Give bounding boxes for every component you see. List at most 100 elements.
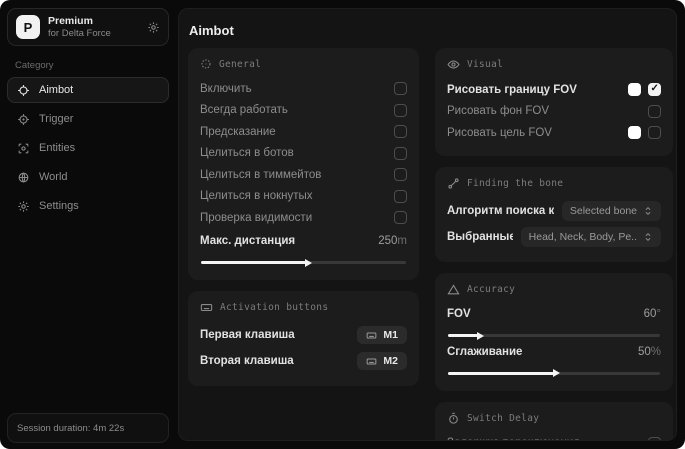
globe-icon [17,171,30,184]
setting-label: Целиться в ботов [200,147,294,160]
accuracy-section-header: Accuracy [447,283,661,296]
setting-label: Всегда работать [200,104,288,117]
sidebar-item-label: World [39,171,68,183]
activation-section-header: Activation buttons [200,301,407,314]
section-title: Accuracy [467,283,516,295]
setting-label: Рисовать фон FOV [447,105,549,118]
gear-icon [17,200,30,213]
setting-label: Рисовать цель FOV [447,126,552,139]
first-key-button[interactable]: M1 [357,326,407,344]
bone-icon [447,177,460,190]
checkbox-draw-fov-target[interactable] [648,126,661,140]
visual-section-header: Visual [447,58,661,71]
fov-slider[interactable] [448,334,660,337]
setting-label: Рисовать границу FOV [447,83,577,96]
smoothing-row: Сглаживание 50% [447,341,661,363]
setting-row-always-work: Всегда работать [200,100,407,122]
section-title: Finding the bone [467,177,564,189]
selected-bones-select[interactable]: Head, Neck, Body, Pe.. [520,226,661,247]
setting-row-enable: Включить [200,78,407,100]
bone-section-header: Finding the bone [447,177,661,190]
draw-fov-border-row: Рисовать границу FOV [447,79,661,101]
eye-icon [447,58,460,71]
page-title: Aimbot [189,23,234,38]
sync-gear-icon[interactable] [147,21,160,34]
setting-label: Проверка видимости [200,211,313,224]
session-card: Session duration: 4m 22s [7,413,169,443]
sidebar-item-world[interactable]: World [7,164,169,190]
keyboard-icon [200,301,213,314]
sidebar-item-aimbot[interactable]: Aimbot [7,77,169,103]
fov-border-color-swatch[interactable] [628,83,641,97]
fov-target-color-swatch[interactable] [628,126,641,140]
setting-label: Алгоритм поиска кост [447,204,554,217]
session-duration: Session duration: 4m 22s [17,423,125,434]
key-label: M1 [383,329,398,341]
max-distance-block: Макс. дистанция 250m [200,231,407,264]
draw-fov-background-row: Рисовать фон FOV [447,101,661,123]
sidebar-item-label: Trigger [39,113,74,125]
brand-subtitle: for Delta Force [48,28,111,39]
max-distance-value: 250m [378,235,407,248]
checkbox-draw-fov-background[interactable] [648,104,661,118]
sidebar-item-settings[interactable]: Settings [7,193,169,219]
checkbox-target-knocked[interactable] [394,189,407,203]
smoothing-slider[interactable] [448,371,660,375]
second-key-button[interactable]: M2 [357,352,407,370]
visual-section: Visual Рисовать границу FOV Рисовать фон… [435,48,673,156]
sidebar-item-label: Settings [39,200,79,212]
sidebar-item-entities[interactable]: Entities [7,135,169,161]
setting-label: Задержка переключения [447,437,579,440]
sidebar-item-trigger[interactable]: Trigger [7,106,169,132]
fov-value: 60° [643,308,661,321]
crosshair-icon [17,84,30,97]
sidebar-nav: Aimbot Trigger Entities World Settings [7,77,169,219]
setting-row-visibility-check: Проверка видимости [200,207,407,229]
selected-value: Selected bone [569,204,637,217]
trigger-icon [17,113,30,126]
draw-fov-target-row: Рисовать цель FOV [447,122,661,144]
first-key-row: Первая клавиша M1 [200,322,407,348]
chevrons-up-down-icon [643,206,653,216]
app-window: P Premium for Delta Force Category Aimbo… [0,0,685,449]
keyboard-icon [366,356,377,367]
smoothing-value: 50% [637,345,661,358]
setting-label: Целиться в нокнутых [200,190,313,203]
setting-label: Целиться в тиммейтов [200,168,322,181]
fov-block: FOV 60° [447,304,661,337]
setting-label: Предсказание [200,125,276,138]
setting-label: Выбранные кос [447,230,513,243]
category-label: Category [15,60,54,71]
checkbox-enable[interactable] [394,82,407,96]
max-distance-row: Макс. дистанция 250m [200,231,407,253]
main-panel: Aimbot General Включить Всегда работать … [178,8,677,441]
switch-delay-toggle-row: Задержка переключения [447,433,661,440]
bone-algorithm-select[interactable]: Selected bone [561,200,661,221]
second-key-row: Вторая клавиша M2 [200,348,407,374]
checkbox-target-teammates[interactable] [394,168,407,182]
switch-delay-section-header: Switch Delay [447,412,661,425]
sidebar: P Premium for Delta Force Category Aimbo… [0,0,176,449]
checkbox-draw-fov-border[interactable] [648,83,661,97]
key-label: M2 [383,355,398,367]
switch-delay-section: Switch Delay Задержка переключения Задер… [435,401,673,440]
selected-bones-row: Выбранные кос Head, Neck, Body, Pe.. [447,224,661,250]
keyboard-icon [366,330,377,341]
setting-label: FOV [447,308,471,321]
setting-row-prediction: Предсказание [200,121,407,143]
checkbox-target-bots[interactable] [394,146,407,160]
checkbox-prediction[interactable] [394,125,407,139]
triangle-icon [447,283,460,296]
checkbox-always-work[interactable] [394,103,407,117]
section-title: General [219,58,262,70]
setting-label: Включить [200,82,252,95]
sidebar-item-label: Entities [39,142,76,154]
crosshair-dashed-icon [200,58,212,70]
smoothing-block: Сглаживание 50% [447,341,661,375]
finding-bone-section: Finding the bone Алгоритм поиска кост Se… [435,166,673,262]
general-section: General Включить Всегда работать Предска… [188,48,419,280]
checkbox-switch-delay[interactable] [648,436,661,440]
checkbox-visibility-check[interactable] [394,211,407,225]
brand-title: Premium [48,15,93,27]
max-distance-slider[interactable] [201,261,406,264]
